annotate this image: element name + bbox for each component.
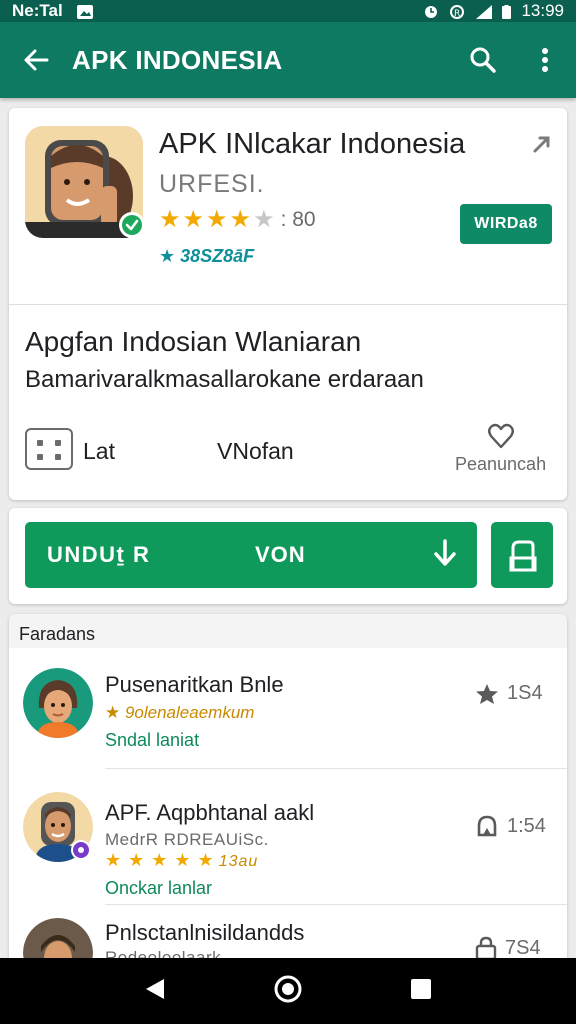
verified-badge-icon	[119, 212, 145, 238]
star-icon: ★	[182, 206, 205, 233]
data-icon: R	[450, 4, 466, 19]
navigation-bar	[0, 958, 576, 1024]
star-outline-icon	[476, 683, 498, 704]
feature-label-2[interactable]: VNofan	[217, 438, 294, 465]
list-item-meta: 1:54	[475, 814, 546, 838]
promo-title: Apgfan Indosian Wlaniaran	[25, 326, 362, 357]
rating-count: : 80	[280, 208, 316, 231]
list-item-meta-value: 1S4	[507, 682, 543, 704]
divider	[105, 768, 567, 769]
rating-value: 13au	[218, 853, 259, 870]
feature-label-1[interactable]: Lat	[83, 438, 115, 465]
promo-description: Bamarivaralkmasallarokane erdaraan	[25, 366, 424, 393]
star-empty-icon: ★	[253, 206, 275, 233]
app-developer[interactable]: URFESI.	[159, 170, 265, 199]
nav-home-button[interactable]	[273, 974, 303, 1009]
app-name: APK INlcakar Indonesia	[159, 128, 466, 160]
app-bar: APK INDONESIA	[0, 22, 576, 98]
more-options-button[interactable]	[514, 22, 576, 98]
list-item-meta-value: 1:54	[507, 814, 546, 837]
download-version-label: VON	[255, 542, 306, 567]
star-icon: ★	[206, 206, 228, 233]
app-detail-card: APK INlcakar Indonesia URFESI. ★ ★ ★ ★ ★…	[9, 108, 567, 500]
nav-home-icon	[274, 975, 302, 1002]
list-item-meta: 7S4	[475, 936, 541, 960]
list-item-rating: ★ ★ ★ ★ ★ 13au	[105, 850, 258, 871]
nav-recents-icon	[411, 978, 432, 999]
open-app-button[interactable]	[491, 522, 553, 588]
list-item[interactable]: Pusenaritkan Bnle ★ 9olenaleaemkum Sndal…	[9, 648, 567, 782]
list-item-title: Pusenaritkan Bnle	[105, 672, 284, 697]
alarm-icon	[424, 4, 440, 18]
search-button[interactable]	[452, 22, 514, 98]
divider	[9, 304, 567, 305]
install-card: UNDUṯ R VON	[9, 508, 567, 604]
download-count-icon	[477, 815, 497, 837]
battery-icon	[502, 4, 512, 19]
star-icon: ★	[229, 206, 252, 233]
back-button[interactable]	[0, 22, 72, 98]
image-notification-icon	[76, 4, 93, 19]
clock-label: 13:99	[521, 1, 564, 20]
downloads-label: ★ 38SZ8āF	[159, 246, 255, 266]
download-icon	[431, 538, 459, 577]
list-item-developer: MedrR RDREAUiSc.	[105, 830, 269, 849]
carrier-label: Ne:Tal	[12, 1, 63, 20]
download-label: UNDUṯ R	[47, 542, 151, 567]
lock-icon	[475, 936, 497, 960]
list-item-meta: 1S4	[475, 682, 543, 705]
category-badge-button[interactable]: WIRDa8	[460, 204, 552, 244]
rating-stars: ★ ★ ★ ★ ★	[105, 850, 215, 870]
verified-badge-icon	[71, 840, 91, 860]
search-icon	[470, 47, 496, 73]
section-header: Faradans	[9, 614, 567, 648]
star-icon: ★	[159, 206, 181, 233]
arrow-back-icon	[24, 49, 49, 71]
list-item-status: Sndal laniat	[105, 730, 200, 750]
status-bar: Ne:Tal R 13:99	[0, 0, 576, 22]
nav-back-icon	[145, 978, 164, 999]
nav-back-button[interactable]	[144, 977, 166, 1006]
apps-grid-icon[interactable]	[25, 428, 73, 470]
download-button[interactable]: UNDUṯ R VON	[25, 522, 477, 588]
avatar	[23, 668, 93, 738]
page-title: APK INDONESIA	[72, 44, 283, 75]
related-apps-card: Faradans Pusenaritkan Bnle ★ 9olenaleaem…	[9, 614, 567, 988]
list-item-status: Onckar lanlar	[105, 878, 213, 898]
phone-icon	[509, 540, 537, 572]
nav-recents-button[interactable]	[410, 978, 432, 1005]
list-item[interactable]: APF. Aqpbhtanal aakl MedrR RDREAUiSc. ★ …	[9, 770, 567, 904]
list-item-title: Pnlsctanlnisildandds	[105, 920, 305, 945]
share-icon[interactable]	[532, 134, 552, 159]
divider	[105, 904, 567, 905]
wishlist-label[interactable]: Peanuncah	[455, 454, 546, 475]
rating-row: ★ ★ ★ ★ ★ : 80	[159, 208, 316, 232]
more-vert-icon	[542, 48, 548, 72]
wishlist-icon[interactable]	[487, 422, 515, 455]
list-item-subtitle: ★ 9olenaleaemkum	[105, 703, 255, 722]
list-item-meta-value: 7S4	[505, 936, 541, 959]
svg-text:R: R	[454, 9, 460, 19]
signal-icon	[476, 4, 493, 19]
list-item-title: APF. Aqpbhtanal aakl	[105, 800, 315, 825]
